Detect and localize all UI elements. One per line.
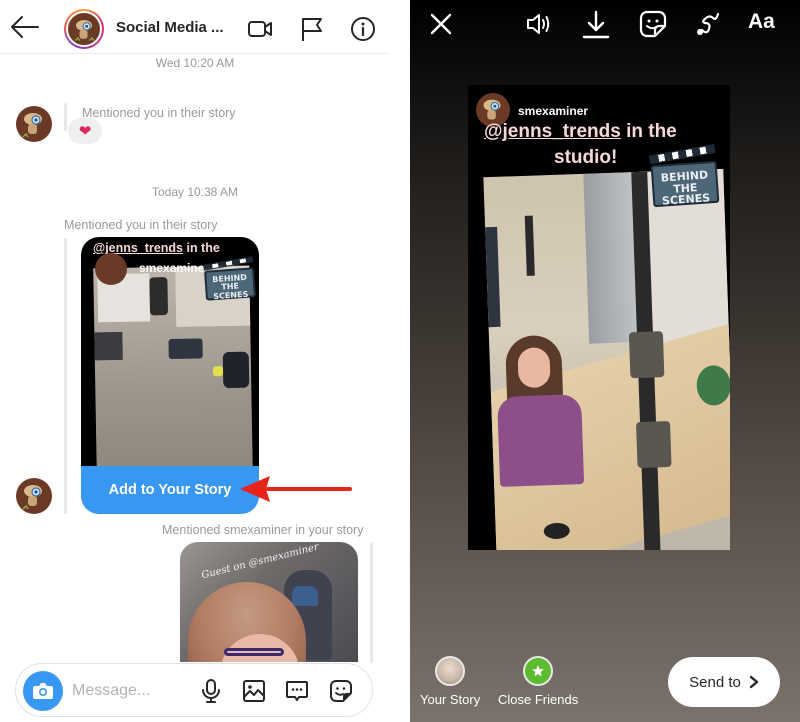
story-mention-label: Mentioned smexaminer in your story (162, 523, 364, 537)
back-arrow-icon[interactable] (10, 14, 40, 40)
story-mention-label: Mentioned you in their story (64, 218, 218, 232)
close-friends-option[interactable]: Close Friends (498, 656, 578, 707)
timestamp: Today 10:38 AM (151, 185, 239, 199)
chat-bubble-icon[interactable] (284, 678, 310, 704)
story-username: smexaminer (518, 104, 589, 118)
gallery-icon[interactable] (241, 678, 267, 704)
heart-reaction[interactable]: ❤ (68, 118, 102, 144)
chevron-right-icon (749, 675, 759, 689)
thread-avatar[interactable] (64, 9, 104, 49)
story-share-editor: Aa smexaminer @jenns_trends in the studi… (410, 0, 800, 722)
your-story-avatar (435, 656, 466, 686)
camera-button[interactable] (23, 671, 63, 711)
story-author-avatar (95, 253, 127, 285)
your-story-option[interactable]: Your Story (420, 656, 480, 707)
story-caption-line-1: @jenns_trends in the (484, 121, 677, 142)
mascot-avatar-icon (22, 113, 42, 138)
sender-avatar[interactable] (16, 106, 52, 142)
heart-icon: ❤ (78, 123, 92, 140)
star-icon (532, 665, 544, 677)
timestamp: Wed 10:20 AM (155, 56, 235, 70)
sticker-icon[interactable] (328, 678, 354, 704)
message-input[interactable] (72, 678, 192, 704)
camera-icon (33, 683, 53, 699)
thread-title[interactable]: Social Media ... (116, 19, 224, 36)
direct-message-thread: Social Media ... Wed 10:20 AM Mentioned … (0, 0, 400, 722)
thread-header: Social Media ... (0, 0, 390, 54)
sender-avatar[interactable] (16, 478, 52, 514)
flag-icon[interactable] (298, 15, 326, 43)
annotation-arrow (240, 476, 352, 502)
story-username: smexaminer (139, 261, 210, 275)
draw-icon[interactable] (693, 9, 723, 39)
reply-indicator (370, 543, 373, 663)
mascot-avatar-icon (74, 20, 95, 42)
speaker-icon[interactable] (524, 9, 554, 39)
message-composer (15, 663, 373, 717)
reply-indicator (64, 103, 67, 131)
story-preview: smexaminer @jenns_trends in the studio! … (468, 85, 730, 550)
close-friends-badge (523, 656, 554, 686)
info-icon[interactable] (349, 15, 377, 43)
sticker-icon[interactable] (638, 9, 668, 39)
microphone-icon[interactable] (198, 678, 224, 704)
my-story-thumbnail[interactable]: Guest on @smexaminer (180, 542, 358, 662)
behind-the-scenes-sticker: BEHIND THE SCENES (648, 144, 720, 208)
story-mention-label: Mentioned you in their story (82, 106, 236, 120)
text-tool-button[interactable]: Aa (748, 10, 775, 34)
behind-the-scenes-sticker: BEHIND THE SCENES (202, 256, 256, 301)
reply-indicator (64, 238, 67, 514)
close-icon[interactable] (426, 9, 456, 39)
mascot-avatar-icon (22, 485, 42, 510)
story-photo (483, 168, 730, 550)
video-call-icon[interactable] (246, 15, 274, 43)
send-to-button[interactable]: Send to (668, 657, 780, 707)
download-icon[interactable] (581, 9, 611, 39)
add-to-your-story-button[interactable]: Add to Your Story (81, 466, 259, 514)
